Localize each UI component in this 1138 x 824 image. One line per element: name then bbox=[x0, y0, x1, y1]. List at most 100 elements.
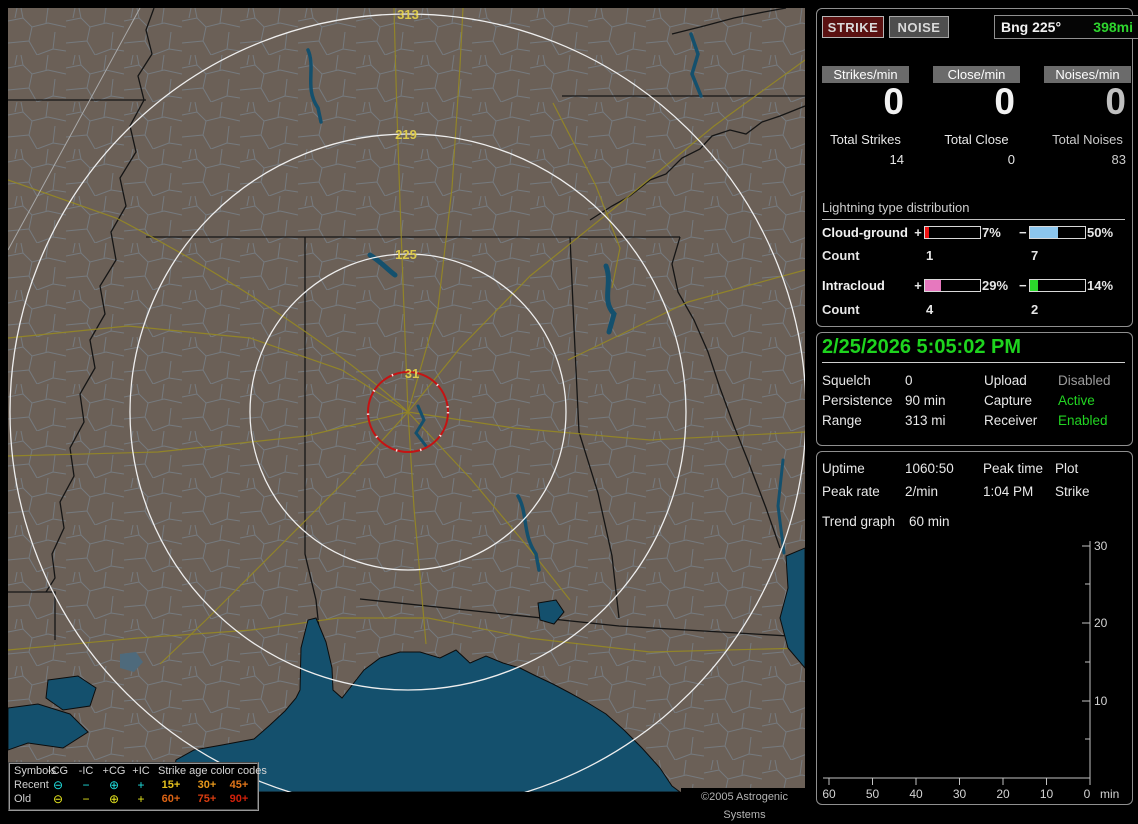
cg-plus-sign: + bbox=[914, 225, 922, 240]
age-code-15: 15+ bbox=[161, 779, 181, 791]
trend-graph-chart: 30 20 10 60 50 40 30 20 10 0 min bbox=[822, 539, 1119, 801]
total-noises-value: 83 bbox=[1111, 152, 1126, 167]
upload-label: Upload bbox=[984, 373, 1027, 388]
total-noises-label: Total Noises bbox=[1052, 132, 1123, 147]
x-tick-20: 20 bbox=[996, 787, 1010, 801]
close-rate-value: 0 bbox=[994, 81, 1015, 122]
lightning-map[interactable]: 313 219 125 31 bbox=[7, 7, 807, 811]
peak-time-label: Peak time bbox=[983, 461, 1044, 476]
cg-minus-bar bbox=[1029, 226, 1086, 239]
range-label: Range bbox=[822, 413, 862, 428]
trend-panel: Uptime 1060:50 Peak time Plot Peak rate … bbox=[816, 451, 1133, 805]
strike-toggle-button[interactable]: STRIKE bbox=[822, 16, 884, 38]
ic-minus-sign: − bbox=[1019, 278, 1027, 293]
legend-header-ages: Strike age color codes bbox=[158, 765, 267, 777]
y-tick-20: 20 bbox=[1094, 616, 1108, 630]
copyright-notice: ©2005 Astrogenic Systems bbox=[681, 788, 808, 821]
capture-label: Capture bbox=[984, 393, 1033, 408]
cg-minus-sign: − bbox=[1019, 225, 1027, 240]
uptime-label: Uptime bbox=[822, 461, 865, 476]
peak-rate-value: 2/min bbox=[905, 484, 939, 499]
bearing-label: Bng 225° bbox=[1001, 19, 1062, 35]
peak-time-value: 1:04 PM bbox=[983, 484, 1034, 499]
ic-plus-sign: + bbox=[914, 278, 922, 293]
plot-label: Plot bbox=[1055, 461, 1079, 476]
cg-minus-pct: 50% bbox=[1087, 225, 1114, 240]
noise-toggle-button[interactable]: NOISE bbox=[889, 16, 949, 38]
status-panel: 2/25/2026 5:05:02 PM Squelch 0 Upload Di… bbox=[816, 332, 1133, 446]
total-close-label: Total Close bbox=[944, 132, 1009, 147]
total-close-value: 0 bbox=[1007, 152, 1015, 167]
x-tick-40: 40 bbox=[909, 787, 923, 801]
neg-ic-old-icon: − bbox=[82, 792, 90, 806]
cg-plus-pct: 7% bbox=[982, 225, 1001, 240]
ring-label-31: 31 bbox=[405, 366, 419, 381]
receiver-status: Enabled bbox=[1058, 413, 1108, 428]
y-tick-30: 30 bbox=[1094, 539, 1108, 553]
age-code-45: 45+ bbox=[229, 779, 249, 791]
age-code-60: 60+ bbox=[161, 793, 181, 805]
total-strikes-label: Total Strikes bbox=[830, 132, 901, 147]
strike-symbol-legend: Symbols -CG -IC +CG +IC Strike age color… bbox=[8, 762, 267, 811]
ring-label-219: 219 bbox=[395, 127, 417, 142]
x-tick-60: 60 bbox=[822, 787, 836, 801]
ic-plus-count: 4 bbox=[926, 302, 934, 317]
persistence-value: 90 min bbox=[905, 393, 946, 408]
ic-plus-pct: 29% bbox=[982, 278, 1009, 293]
neg-ic-recent-icon: − bbox=[82, 778, 90, 792]
receiver-label: Receiver bbox=[984, 413, 1038, 428]
chart-axes bbox=[823, 541, 1091, 785]
uptime-value: 1060:50 bbox=[905, 461, 954, 476]
neg-cg-old-icon: ⊖ bbox=[52, 792, 64, 806]
pos-ic-old-icon: + bbox=[137, 792, 145, 806]
legend-header-pos-ic: +IC bbox=[132, 765, 150, 777]
age-code-75: 75+ bbox=[197, 793, 217, 805]
x-tick-10: 10 bbox=[1040, 787, 1054, 801]
trend-window-value: 60 min bbox=[909, 514, 950, 529]
intracloud-label: Intracloud bbox=[822, 278, 885, 293]
ic-minus-count: 2 bbox=[1031, 302, 1039, 317]
chart-tick-labels: 30 20 10 60 50 40 30 20 10 0 min bbox=[822, 539, 1119, 801]
distribution-title: Lightning type distribution bbox=[822, 200, 1125, 220]
ic-count-label: Count bbox=[822, 302, 860, 317]
capture-status: Active bbox=[1058, 393, 1095, 408]
y-tick-10: 10 bbox=[1094, 694, 1108, 708]
ic-plus-bar-fill bbox=[925, 280, 941, 291]
bearing-readout: Bng 225° 398mi bbox=[994, 15, 1138, 39]
plot-mode-value: Strike bbox=[1055, 484, 1090, 499]
x-tick-30: 30 bbox=[953, 787, 967, 801]
datetime-divider bbox=[822, 362, 1125, 363]
age-code-30: 30+ bbox=[197, 779, 217, 791]
counters-panel: STRIKE NOISE Bng 225° 398mi Strikes/min … bbox=[816, 8, 1138, 327]
legend-header-neg-ic: -IC bbox=[78, 765, 94, 777]
ring-label-125: 125 bbox=[395, 247, 417, 262]
cg-plus-count: 1 bbox=[926, 248, 934, 263]
cg-plus-bar-fill bbox=[925, 227, 929, 238]
cloud-ground-label: Cloud-ground bbox=[822, 225, 908, 240]
x-axis-unit: min bbox=[1100, 787, 1119, 801]
datetime-display: 2/25/2026 5:05:02 PM bbox=[822, 336, 1022, 358]
strikes-rate-value: 0 bbox=[883, 81, 904, 122]
squelch-label: Squelch bbox=[822, 373, 871, 388]
legend-row-recent-label: Recent bbox=[14, 779, 49, 791]
ic-minus-pct: 14% bbox=[1087, 278, 1114, 293]
persistence-label: Persistence bbox=[822, 393, 893, 408]
pos-cg-old-icon: ⊕ bbox=[108, 792, 120, 806]
squelch-value: 0 bbox=[905, 373, 913, 388]
cg-minus-bar-fill bbox=[1030, 227, 1058, 238]
map-canvas: 313 219 125 31 bbox=[7, 7, 807, 811]
x-tick-0: 0 bbox=[1084, 787, 1091, 801]
trend-graph-label: Trend graph bbox=[822, 514, 896, 529]
legend-header-neg-cg: -CG bbox=[47, 765, 69, 777]
cg-minus-count: 7 bbox=[1031, 248, 1039, 263]
pos-ic-recent-icon: + bbox=[137, 778, 145, 792]
peak-rate-label: Peak rate bbox=[822, 484, 880, 499]
cg-plus-bar bbox=[924, 226, 981, 239]
noises-rate-value: 0 bbox=[1105, 81, 1126, 122]
legend-row-old-label: Old bbox=[14, 793, 32, 805]
range-value: 313 mi bbox=[905, 413, 946, 428]
ic-plus-bar bbox=[924, 279, 981, 292]
cg-count-label: Count bbox=[822, 248, 860, 263]
ic-minus-bar-fill bbox=[1030, 280, 1038, 291]
pos-cg-recent-icon: ⊕ bbox=[108, 778, 120, 792]
